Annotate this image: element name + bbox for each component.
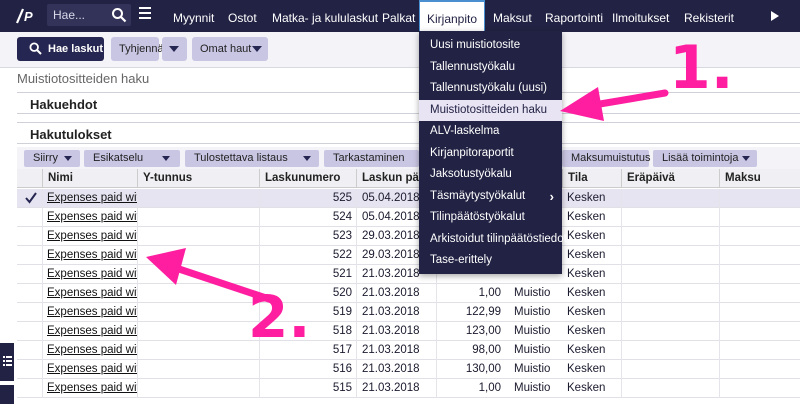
annotation-label-2: 2. xyxy=(248,283,311,351)
app: P Hae... Myynnit Ostot Matka- ja kululas… xyxy=(0,0,800,404)
annotation-arrow-1 xyxy=(560,87,669,121)
annotation-label-1: 1. xyxy=(669,33,734,103)
